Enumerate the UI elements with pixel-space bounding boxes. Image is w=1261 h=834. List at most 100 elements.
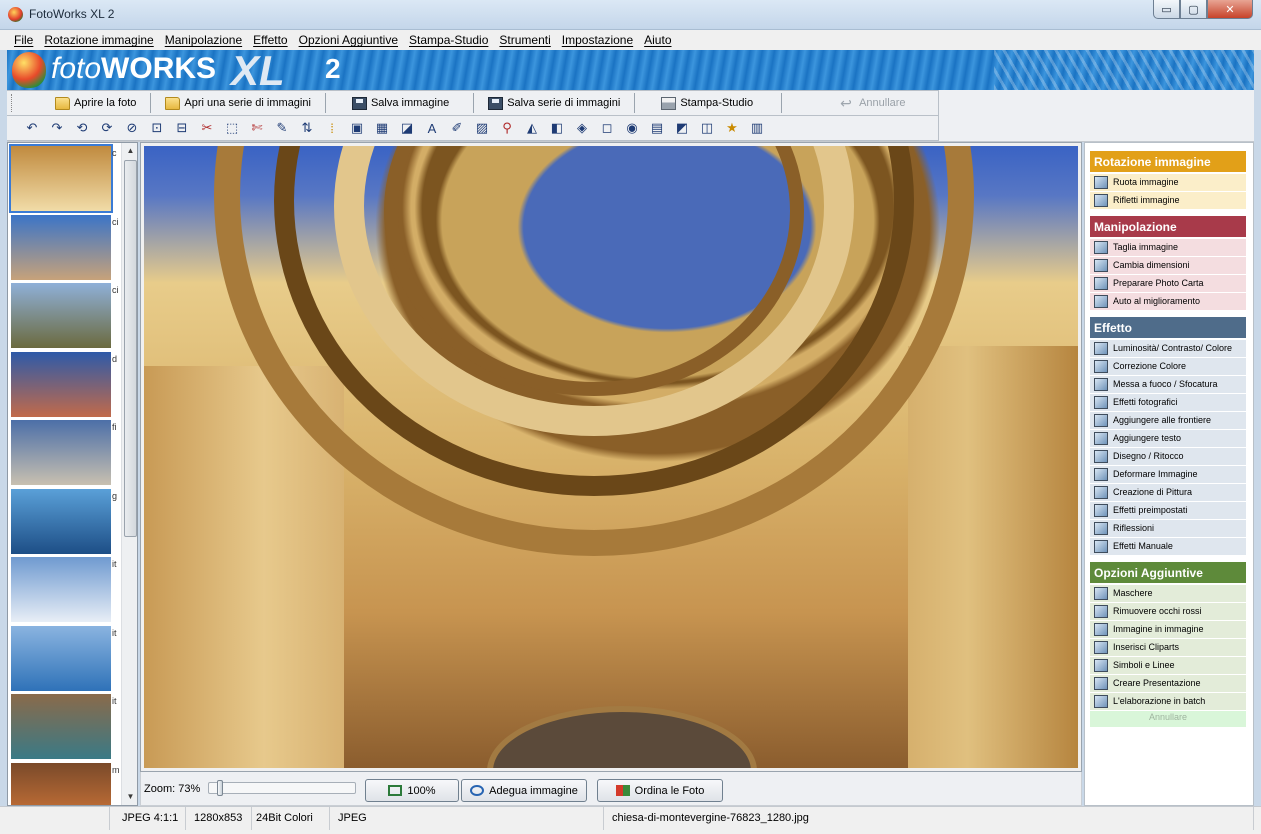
tool-icon-27[interactable]: ◩ (671, 118, 693, 138)
tool-icon-18[interactable]: ✐ (446, 118, 468, 138)
thumbnail-item[interactable] (11, 557, 111, 622)
task-item[interactable]: Riflessioni (1090, 520, 1246, 538)
task-item[interactable]: Luminosità/ Contrasto/ Colore (1090, 340, 1246, 358)
scroll-up-icon[interactable]: ▲ (122, 143, 137, 159)
menu-strumenti[interactable]: Strumenti (494, 30, 556, 50)
tool-icon-10[interactable]: ✄ (246, 118, 268, 138)
tool-icon-25[interactable]: ◉ (621, 118, 643, 138)
menu-manipolazione[interactable]: Manipolazione (160, 30, 248, 50)
maximize-button[interactable]: ▢ (1180, 0, 1207, 19)
task-item[interactable]: Deformare Immagine (1090, 466, 1246, 484)
tool-icon-11[interactable]: ✎ (271, 118, 293, 138)
thumbnail-item[interactable] (11, 283, 111, 348)
tool-icon-13[interactable]: ⁞ (321, 118, 343, 138)
thumbnail-item[interactable] (11, 625, 111, 691)
close-button[interactable]: ✕ (1207, 0, 1253, 19)
thumbnail-scrollbar[interactable]: ▲ ▼ (121, 143, 137, 805)
task-item[interactable]: Creazione di Pittura (1090, 484, 1246, 502)
task-item[interactable]: Cambia dimensioni (1090, 257, 1246, 275)
task-item[interactable]: Simboli e Linee (1090, 657, 1246, 675)
thumbnail-item[interactable] (11, 420, 111, 485)
task-item[interactable]: Effetti fotografici (1090, 394, 1246, 412)
tool-icon-21[interactable]: ◭ (521, 118, 543, 138)
tool-icon-6[interactable]: ⊡ (146, 118, 168, 138)
save-image-button[interactable]: Salva immagine (344, 92, 457, 114)
task-item[interactable]: Disegno / Ritocco (1090, 448, 1246, 466)
tool-icon-3[interactable]: ⟲ (71, 118, 93, 138)
open-photo-button[interactable]: Aprire la foto (47, 92, 144, 114)
task-item[interactable]: Taglia immagine (1090, 239, 1246, 257)
tool-icon-1[interactable]: ↶ (21, 118, 43, 138)
save-series-button[interactable]: Salva serie di immagini (480, 92, 628, 114)
tool-icon-12[interactable]: ⇅ (296, 118, 318, 138)
task-item[interactable]: Aggiungere alle frontiere (1090, 412, 1246, 430)
section-header-3[interactable]: Opzioni Aggiuntive (1090, 562, 1246, 583)
menu-file[interactable]: File (9, 30, 39, 50)
task-item[interactable]: L'elaborazione in batch (1090, 693, 1246, 711)
menu-aiuto[interactable]: Aiuto (639, 30, 677, 50)
section-header-1[interactable]: Manipolazione (1090, 216, 1246, 237)
task-item[interactable]: Inserisci Cliparts (1090, 639, 1246, 657)
task-item[interactable]: Rifletti immagine (1090, 192, 1246, 210)
toolbar-grip[interactable] (11, 94, 17, 112)
menu-opzioni[interactable]: Opzioni Aggiuntive (294, 30, 404, 50)
thumbnail-item[interactable] (11, 488, 111, 554)
tool-icon-28[interactable]: ◫ (696, 118, 718, 138)
section-header-2[interactable]: Effetto (1090, 317, 1246, 338)
fit-image-button[interactable]: Adegua immagine (461, 779, 587, 802)
scroll-down-icon[interactable]: ▼ (122, 789, 137, 805)
tool-icon-9[interactable]: ⬚ (221, 118, 243, 138)
tool-icon-29[interactable]: ★ (721, 118, 743, 138)
task-item[interactable]: Creare Presentazione (1090, 675, 1246, 693)
tool-icon-19[interactable]: ▨ (471, 118, 493, 138)
tool-icon-16[interactable]: ◪ (396, 118, 418, 138)
tool-icon-20[interactable]: ⚲ (496, 118, 518, 138)
menu-impostazione[interactable]: Impostazione (557, 30, 639, 50)
tool-icon-26[interactable]: ▤ (646, 118, 668, 138)
task-item[interactable]: Ruota immagine (1090, 174, 1246, 192)
thumbnail-item[interactable] (9, 144, 113, 213)
thumbnail-item[interactable] (11, 762, 111, 805)
minimize-button[interactable]: ▭ (1153, 0, 1180, 19)
zoom-slider-handle[interactable] (217, 780, 223, 796)
task-item[interactable]: Correzione Colore (1090, 358, 1246, 376)
sort-photos-button[interactable]: Ordina le Foto (597, 779, 723, 802)
image-viewport[interactable] (140, 142, 1082, 772)
tool-icon-4[interactable]: ⟳ (96, 118, 118, 138)
tool-icon-23[interactable]: ◈ (571, 118, 593, 138)
task-item[interactable]: Aggiungere testo (1090, 430, 1246, 448)
tool-icon-14[interactable]: ▣ (346, 118, 368, 138)
task-item[interactable]: Maschere (1090, 585, 1246, 603)
tool-icon-7[interactable]: ⊟ (171, 118, 193, 138)
print-studio-button[interactable]: Stampa-Studio (653, 92, 761, 114)
zoom-slider[interactable] (208, 780, 356, 796)
tool-icon-5[interactable]: ⊘ (121, 118, 143, 138)
thumbnail-item[interactable] (11, 214, 111, 280)
tool-icon-2[interactable]: ↷ (46, 118, 68, 138)
thumbnail-item[interactable] (11, 694, 111, 759)
task-item[interactable]: Immagine in immagine (1090, 621, 1246, 639)
task-item[interactable]: Preparare Photo Carta (1090, 275, 1246, 293)
menu-rotazione[interactable]: Rotazione immagine (39, 30, 159, 50)
task-item[interactable]: Rimuovere occhi rossi (1090, 603, 1246, 621)
task-item[interactable]: Effetti preimpostati (1090, 502, 1246, 520)
tool-icon-15[interactable]: ▦ (371, 118, 393, 138)
menu-effetto[interactable]: Effetto (248, 30, 293, 50)
undo-button[interactable]: ↩ Annullare (832, 92, 913, 114)
tool-icon-8[interactable]: ✂ (196, 118, 218, 138)
tool-icon-30[interactable]: ▥ (746, 118, 768, 138)
zoom-100-button[interactable]: 100% (365, 779, 459, 802)
scroll-thumb[interactable] (124, 160, 137, 537)
task-item[interactable]: Auto al miglioramento (1090, 293, 1246, 311)
task-item[interactable]: Messa a fuoco / Sfocatura (1090, 376, 1246, 394)
open-series-button[interactable]: Apri una serie di immagini (157, 92, 319, 114)
thumbnail-item[interactable] (11, 351, 111, 417)
panel-undo-button[interactable]: Annullare (1090, 709, 1246, 727)
task-item[interactable]: Effetti Manuale (1090, 538, 1246, 556)
toolbar-separator (324, 93, 326, 113)
section-header-0[interactable]: Rotazione immagine (1090, 151, 1246, 172)
tool-icon-22[interactable]: ◧ (546, 118, 568, 138)
tool-icon-17[interactable]: A (421, 118, 443, 138)
menu-stampa[interactable]: Stampa-Studio (404, 30, 494, 50)
tool-icon-24[interactable]: ◻ (596, 118, 618, 138)
